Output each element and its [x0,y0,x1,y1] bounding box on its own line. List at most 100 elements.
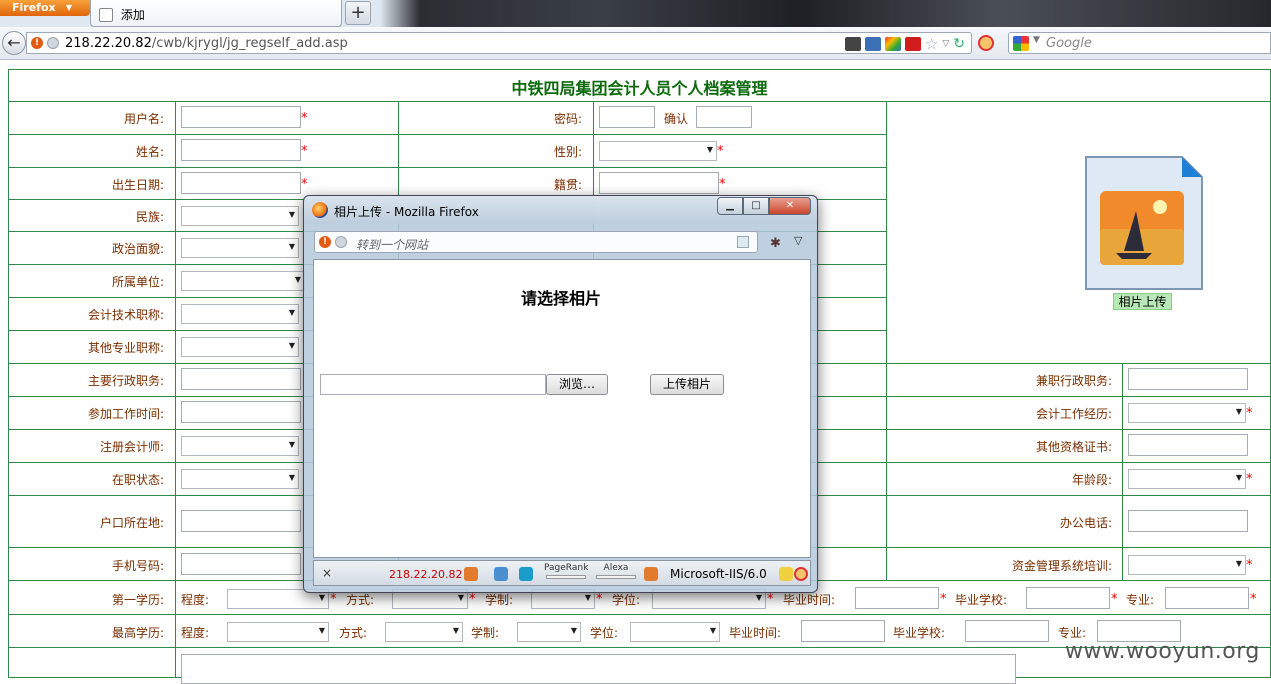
pagerank-widget[interactable]: PageRank [544,563,588,579]
url-bar[interactable]: ! 218.22.20.82/cwb/kjrygl/jg_regself_add… [26,32,972,54]
first-edu-major-label: 专业: [1126,593,1155,607]
tech-title-select[interactable] [181,304,299,324]
ethnic-label: 民族: [135,210,164,224]
chevron-down-icon[interactable]: ▽ [942,39,949,49]
unit-select[interactable] [181,271,305,291]
cpa-select[interactable] [181,436,299,456]
first-edu-grad-label: 毕业时间: [783,593,836,607]
windows-icon[interactable] [884,37,901,51]
noscript-icon[interactable] [978,35,994,51]
p-icon[interactable] [779,567,793,581]
other-cert-input[interactable] [1128,434,1248,456]
username-input[interactable] [181,106,301,128]
row-divider [8,134,886,135]
highest-edu-grad-input[interactable] [801,620,885,642]
at-icon[interactable] [519,567,533,581]
native-place-input[interactable] [599,172,719,194]
new-tab-button[interactable]: + [345,1,371,25]
required-mark: * [1250,592,1257,607]
remarks-textarea[interactable] [181,654,1016,684]
required-mark: * [301,144,308,159]
office-phone-input[interactable] [1128,510,1248,532]
page-icon [99,8,113,22]
password-input[interactable] [599,106,655,128]
search-bar[interactable]: ▼ Google [1008,32,1271,54]
asp-icon[interactable] [864,37,881,51]
first-edu-major-input[interactable] [1165,587,1249,609]
confirm-password-input[interactable] [696,106,752,128]
age-group-select[interactable] [1128,469,1246,489]
political-label: 政治面貌: [111,242,164,256]
minimize-button[interactable]: ▁ [717,197,743,215]
acc-exp-select[interactable] [1128,403,1246,423]
first-edu-school-input[interactable] [1026,587,1110,609]
first-edu-grad-input[interactable] [855,587,939,609]
photo-upload-icon[interactable] [1084,155,1204,291]
political-select[interactable] [181,238,299,258]
file-path-input[interactable] [320,374,546,395]
iis-icon[interactable] [844,37,861,51]
minimize-icon: ▁ [726,200,734,211]
firefox-menu-button[interactable]: Firefox ▼ [0,0,90,16]
url-path: /cwb/kjrygl/jg_regself_add.asp [151,36,348,51]
reload-icon[interactable]: ↻ [953,36,965,52]
ethnic-select[interactable] [181,206,299,226]
firebug-icon[interactable] [464,567,478,581]
mobile-input[interactable] [181,553,301,575]
hukou-input[interactable] [181,510,301,532]
firebug-icon[interactable] [644,567,658,581]
highest-edu-degree-select[interactable] [630,622,720,642]
flag-icon[interactable] [904,37,921,51]
translate-icon[interactable] [494,567,508,581]
part-admin-input[interactable] [1128,368,1248,390]
first-edu-school-label: 毕业学校: [955,593,1008,607]
bug-icon[interactable]: ✱ [770,236,784,251]
highest-edu-mode-select[interactable] [385,622,463,642]
back-button[interactable]: ← [2,31,26,55]
highest-edu-level-select[interactable] [227,622,329,642]
photo-upload-caption[interactable]: 相片上传 [1113,293,1172,310]
name-input[interactable] [181,139,301,161]
chevron-down-icon[interactable]: ▼ [1033,35,1040,45]
admin-post-label: 主要行政职务: [87,374,164,388]
noscript-icon[interactable] [794,567,808,581]
popup-url-bar[interactable]: ! 转到一个网站 [314,231,758,253]
other-title-select[interactable] [181,337,299,357]
username-label: 用户名: [123,112,164,126]
close-window-button[interactable]: ✕ [769,197,811,215]
watermark: www.wooyun.org [1065,639,1260,664]
required-mark: * [1246,472,1253,487]
close-icon[interactable]: × [322,566,332,580]
popup-url-placeholder: 转到一个网站 [356,238,429,252]
office-phone-label: 办公电话: [1059,516,1112,530]
chevron-down-icon[interactable]: ▽ [794,234,802,247]
admin-post-input[interactable] [181,368,301,390]
gender-select[interactable] [599,141,717,161]
row-divider [8,614,1271,615]
globe-icon [335,236,347,248]
col-divider [175,101,176,678]
site-info-icon[interactable]: ! [31,37,43,49]
site-info-icon[interactable]: ! [319,236,331,248]
highest-edu-school-input[interactable] [965,620,1049,642]
birth-label: 出生日期: [111,178,164,192]
alexa-widget[interactable]: Alexa [596,563,636,579]
popup-titlebar[interactable]: 相片上传 - Mozilla Firefox ▁ □ ✕ [304,196,817,224]
first-edu-level-label: 程度: [181,593,210,607]
tab-add[interactable]: 添加 [90,0,342,27]
browse-button[interactable]: 浏览… [546,374,608,395]
birth-date-input[interactable] [181,172,301,194]
globe-icon [47,37,59,49]
highest-edu-length-select[interactable] [517,622,581,642]
maximize-button[interactable]: □ [743,197,769,215]
status-select[interactable] [181,469,299,489]
work-start-input[interactable] [181,401,301,423]
highest-edu-degree-label: 学位: [590,626,619,640]
bookmark-star-icon[interactable]: ☆ [925,35,938,53]
upload-photo-button[interactable]: 上传相片 [650,374,724,395]
google-icon[interactable] [1013,36,1029,51]
required-mark: * [301,177,308,192]
col-divider [886,101,887,580]
fund-training-select[interactable] [1128,555,1246,575]
firefox-icon [312,202,328,218]
